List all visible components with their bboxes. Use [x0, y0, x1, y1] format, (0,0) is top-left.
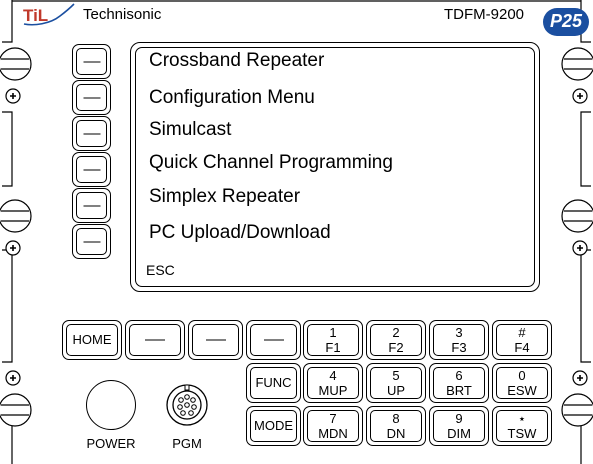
softkey-3[interactable] — [72, 116, 111, 151]
func-button[interactable]: FUNC — [246, 363, 301, 403]
menu-item-simplex-repeater[interactable]: Simplex Repeater — [149, 186, 300, 208]
softkey-bottom-2[interactable] — [188, 320, 243, 360]
mode-button[interactable]: MODE — [246, 406, 301, 446]
key-9-dim[interactable]: 9 DIM — [429, 406, 489, 446]
softkey-2[interactable] — [72, 80, 111, 115]
model-name: TDFM-9200 — [444, 6, 525, 23]
radio-control-panel: TiL Technisonic TDFM-9200 P25 Crossband … — [0, 0, 593, 464]
key-4-mup[interactable]: 4 MUP — [303, 363, 363, 403]
key-7-mdn[interactable]: 7 MDN — [303, 406, 363, 446]
til-logo: TiL — [23, 3, 75, 26]
pgm-label: PGM — [172, 436, 202, 451]
softkey-4[interactable] — [72, 152, 111, 187]
softkey-5[interactable] — [72, 188, 111, 223]
key-6-brt[interactable]: 6 BRT — [429, 363, 489, 403]
p25-badge: P25 — [543, 8, 589, 36]
svg-text:TiL: TiL — [23, 6, 48, 25]
mount-screw-right-middle — [561, 199, 593, 256]
key-5-up[interactable]: 5 UP — [366, 363, 426, 403]
key-3-f3[interactable]: 3 F3 — [429, 320, 489, 360]
key-8-dn[interactable]: 8 DN — [366, 406, 426, 446]
softkey-bottom-3[interactable] — [246, 320, 301, 360]
brand-name: Technisonic — [83, 6, 162, 23]
key-0-esw[interactable]: 0 ESW — [492, 363, 552, 403]
softkey-6[interactable] — [72, 224, 111, 259]
key-hash-f4[interactable]: # F4 — [492, 320, 552, 360]
menu-item-quick-channel-programming[interactable]: Quick Channel Programming — [149, 152, 393, 174]
mount-screw-right-bottom — [561, 370, 593, 427]
menu-item-pc-upload-download[interactable]: PC Upload/Download — [149, 222, 331, 244]
key-star-tsw[interactable]: ⋆ TSW — [492, 406, 552, 446]
mount-screw-left-top — [0, 47, 32, 104]
mount-screw-right-top — [561, 47, 593, 104]
home-button[interactable]: HOME — [62, 320, 122, 360]
menu-item-crossband-repeater[interactable]: Crossband Repeater — [149, 50, 324, 72]
pgm-connector-icon[interactable] — [164, 382, 210, 428]
key-1-f1[interactable]: 1 F1 — [303, 320, 363, 360]
power-label: POWER — [86, 436, 136, 451]
menu-item-configuration-menu[interactable]: Configuration Menu — [149, 87, 315, 109]
mount-screw-left-middle — [0, 199, 32, 256]
menu-item-simulcast[interactable]: Simulcast — [149, 119, 231, 141]
power-knob[interactable] — [86, 380, 136, 430]
softkey-1[interactable] — [72, 44, 111, 79]
mount-screw-left-bottom — [0, 370, 32, 427]
key-2-f2[interactable]: 2 F2 — [366, 320, 426, 360]
screen-esc-label[interactable]: ESC — [146, 262, 175, 278]
softkey-bottom-1[interactable] — [125, 320, 185, 360]
